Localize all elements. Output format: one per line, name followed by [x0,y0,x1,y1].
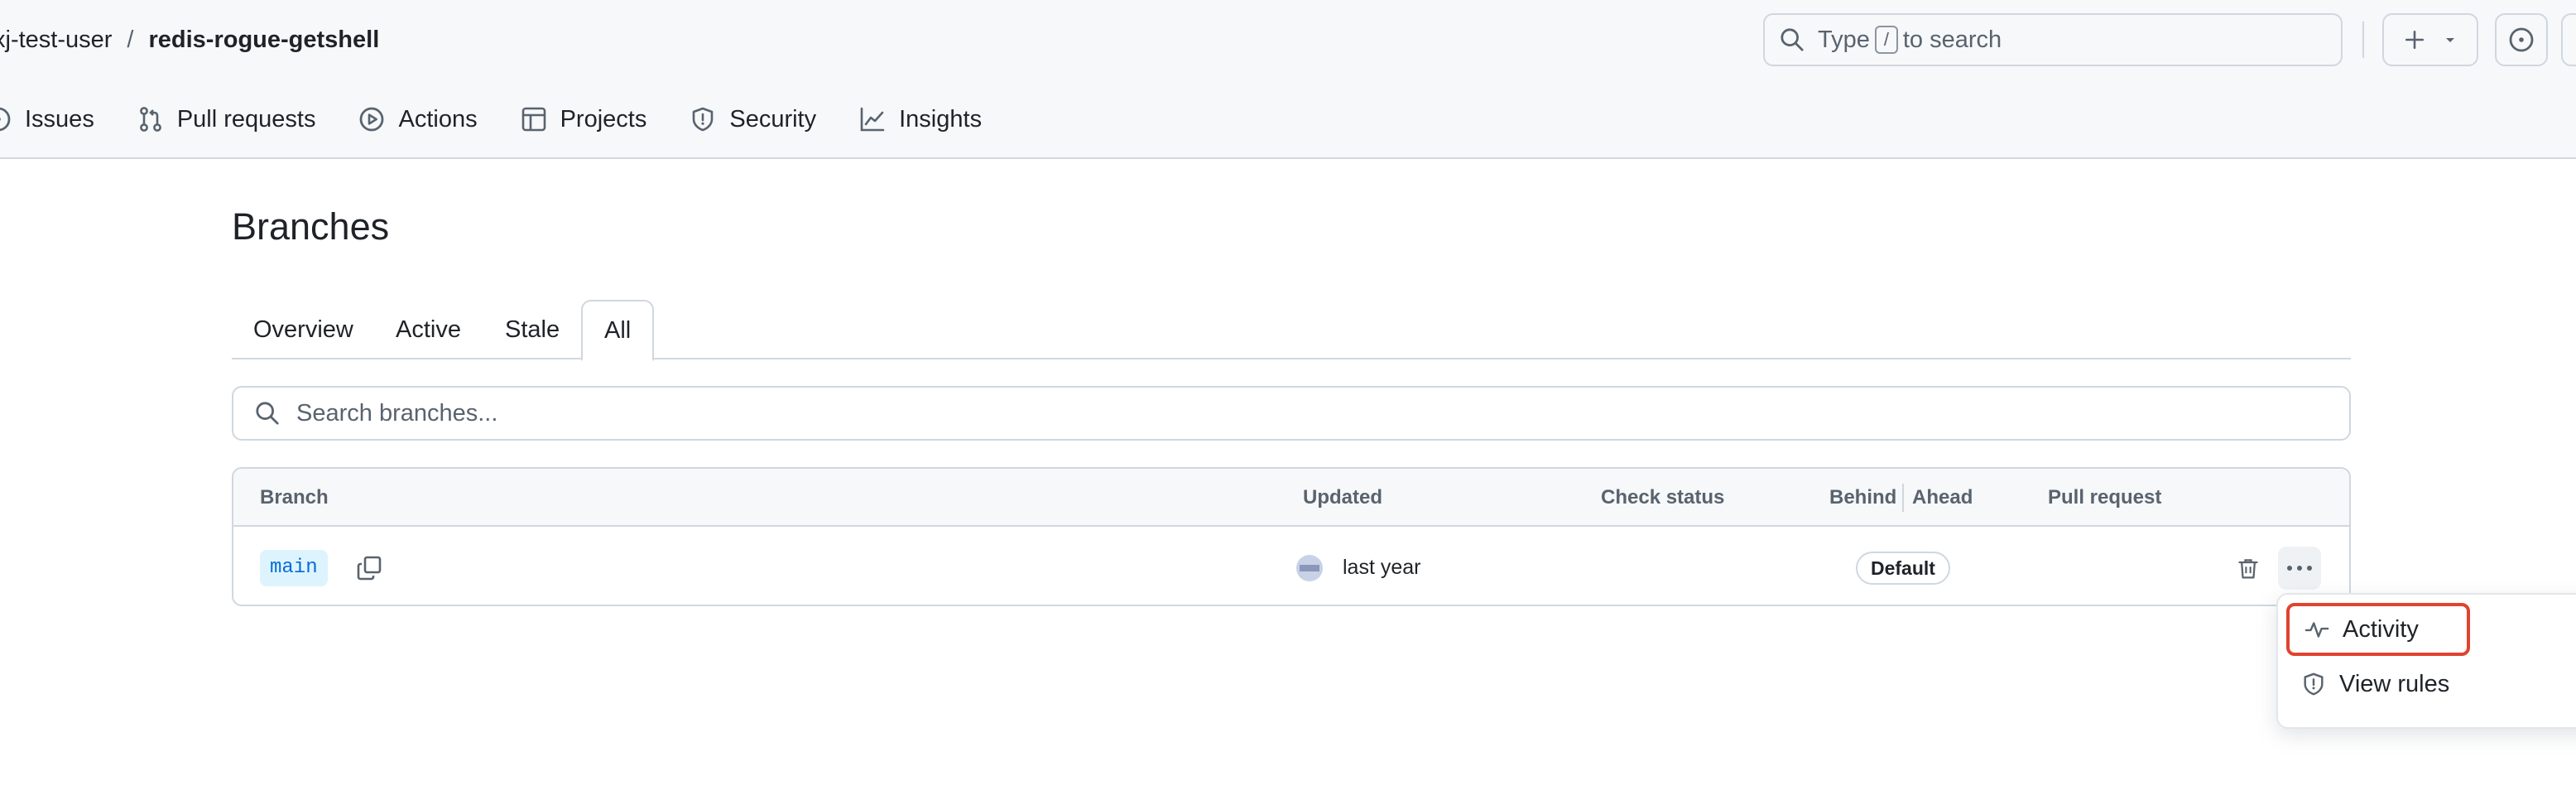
column-pull-request: Pull request [2048,486,2162,509]
owner-link[interactable]: xj-test-user [0,27,112,54]
page-title: Branches [232,205,390,248]
branch-search-input[interactable]: Search branches... [232,386,2351,441]
plus-icon [2404,29,2425,51]
pull-requests-button[interactable] [2561,13,2576,66]
column-branch: Branch [260,486,329,509]
pulse-icon [2304,617,2343,642]
column-ahead: Ahead [1912,486,1973,509]
create-new-button[interactable] [2382,13,2478,66]
branch-search-placeholder: Search branches... [296,399,498,427]
search-icon [255,401,296,426]
nav-item-label: Projects [560,105,647,133]
branch-tabs: Overview Active Stale All [232,300,2351,361]
shield-icon [690,106,729,133]
tab-stale[interactable]: Stale [483,300,581,359]
nav-item-label: Insights [899,105,983,133]
search-icon [1780,27,1805,52]
repo-nav: Issues Pull requests Actions Projects Se… [0,98,1025,141]
column-behind: Behind [1829,486,1897,509]
triangle-down-icon [2444,33,2457,46]
repo-link[interactable]: redis-rogue-getshell [148,27,379,54]
column-check-status: Check status [1601,486,1725,509]
nav-item-issues[interactable]: Issues [0,106,94,133]
menu-item-label: Activity [2343,615,2419,643]
your-issues-button[interactable] [2495,13,2548,66]
menu-item-label: View rules [2339,670,2450,697]
nav-item-label: Security [729,105,817,133]
nav-item-pull-requests[interactable]: Pull requests [137,105,316,133]
updated-time: last year [1343,556,1421,579]
table-header: Branch Updated Check status Behind Ahead… [233,469,2349,527]
tab-active[interactable]: Active [374,300,483,359]
column-updated: Updated [1303,486,1382,509]
nav-item-projects[interactable]: Projects [521,105,647,133]
issue-opened-icon [2508,27,2535,53]
table-row: main last year Default [233,528,2349,605]
header-divider [2362,22,2364,58]
kebab-dot [2297,566,2302,571]
git-pull-request-icon [137,106,177,133]
kebab-dot [2307,566,2312,571]
breadcrumb: xj-test-user / redis-rogue-getshell [0,23,379,56]
breadcrumb-separator: / [127,26,134,53]
table-icon [521,106,560,133]
trash-icon [2237,557,2260,580]
search-suffix: to search [1902,26,2002,53]
tab-all[interactable]: All [581,300,655,361]
more-options-button[interactable] [2278,547,2321,590]
branches-table: Branch Updated Check status Behind Ahead… [232,467,2351,606]
delete-branch-button[interactable] [2230,550,2266,586]
shield-icon [2301,672,2339,697]
nav-item-security[interactable]: Security [690,106,816,133]
menu-item-activity[interactable]: Activity [2286,603,2470,656]
behind-ahead-divider [1902,484,1904,512]
tab-overview[interactable]: Overview [232,300,375,359]
default-badge: Default [1856,552,1950,585]
copy-icon [356,555,382,581]
branch-actions-menu: Activity View rules [2276,593,2576,729]
search-shortcut-key: / [1874,26,1898,54]
global-search-input[interactable]: Type / to search [1763,13,2343,66]
graph-icon [859,106,899,133]
branch-name-link[interactable]: main [260,550,328,586]
nav-item-label: Actions [398,105,478,133]
play-icon [358,106,398,133]
menu-item-view-rules[interactable]: View rules [2286,658,2576,711]
nav-item-label: Pull requests [176,105,316,133]
kebab-horizontal-icon [2287,566,2292,571]
issue-opened-icon [0,106,25,133]
copy-branch-button[interactable] [351,550,387,586]
search-prefix: Type [1818,26,1870,53]
nav-item-label: Issues [25,105,94,133]
avatar[interactable] [1296,555,1323,581]
repo-header: xj-test-user / redis-rogue-getshell Type… [0,0,2576,159]
nav-item-actions[interactable]: Actions [358,105,478,133]
nav-item-insights[interactable]: Insights [859,106,982,133]
